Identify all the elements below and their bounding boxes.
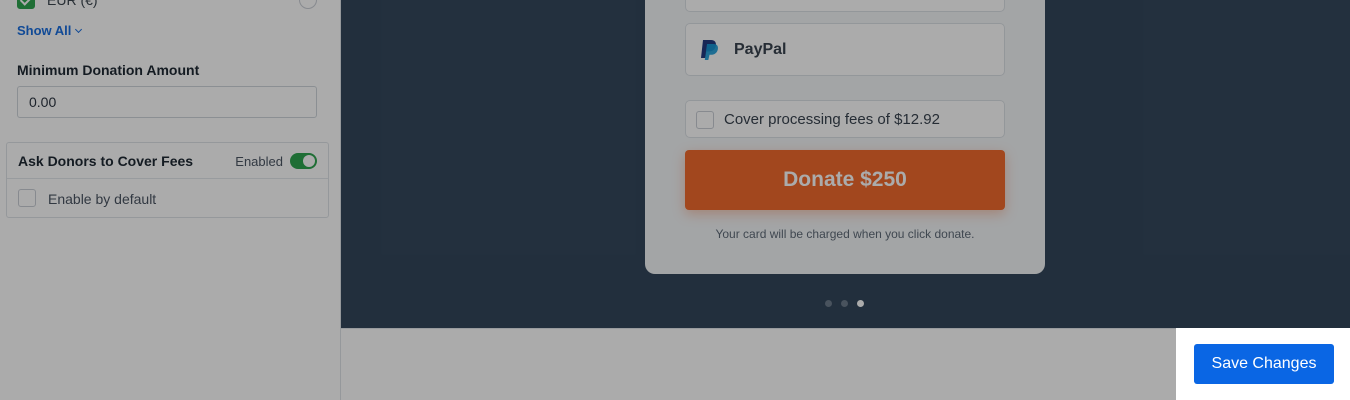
cover-fees-card: Ask Donors to Cover Fees Enabled Enable … <box>6 142 329 218</box>
cover-fees-title: Ask Donors to Cover Fees <box>18 153 194 169</box>
pagination-dot[interactable] <box>825 300 832 307</box>
form-preview: PayPal Cover processing fees of $12.92 D… <box>341 0 1350 328</box>
payment-option[interactable] <box>685 0 1005 12</box>
currency-label: EUR (€) <box>47 0 98 8</box>
default-currency-radio[interactable] <box>299 0 317 9</box>
enable-by-default-checkbox[interactable] <box>18 189 36 207</box>
min-donation-input[interactable] <box>17 86 317 118</box>
currency-checkbox[interactable] <box>17 0 35 9</box>
enable-by-default-label: Enable by default <box>48 191 157 207</box>
cover-fees-option[interactable]: Cover processing fees of $12.92 <box>685 100 1005 138</box>
toggle-knob <box>303 155 315 167</box>
settings-panel: EUR (€) Show All Minimum Donation Amount… <box>0 0 341 400</box>
show-all-link[interactable]: Show All <box>17 23 83 38</box>
cover-fees-checkbox[interactable] <box>696 111 714 129</box>
save-changes-button[interactable]: Save Changes <box>1194 344 1334 384</box>
pagination-dot-active[interactable] <box>857 300 864 307</box>
charge-note: Your card will be charged when you click… <box>715 227 975 241</box>
pagination-dot[interactable] <box>841 300 848 307</box>
chevron-down-icon <box>75 25 83 34</box>
paypal-icon <box>701 40 718 60</box>
cover-fees-status: Enabled <box>235 154 283 169</box>
currency-option-eur[interactable]: EUR (€) <box>17 0 317 11</box>
min-donation-label: Minimum Donation Amount <box>17 62 200 78</box>
show-all-label: Show All <box>17 23 72 38</box>
donate-button[interactable]: Donate $250 <box>685 150 1005 210</box>
paypal-option[interactable]: PayPal <box>685 23 1005 76</box>
carousel-pagination <box>825 294 873 307</box>
paypal-label: PayPal <box>734 41 787 58</box>
cover-fees-toggle[interactable] <box>290 153 317 169</box>
donation-form-card: PayPal Cover processing fees of $12.92 D… <box>645 0 1045 274</box>
cover-fees-header: Ask Donors to Cover Fees Enabled <box>7 143 328 179</box>
cover-fees-label: Cover processing fees of $12.92 <box>724 111 940 128</box>
enable-by-default-option[interactable]: Enable by default <box>18 189 298 209</box>
save-highlight-area: Save Changes <box>1176 328 1350 400</box>
